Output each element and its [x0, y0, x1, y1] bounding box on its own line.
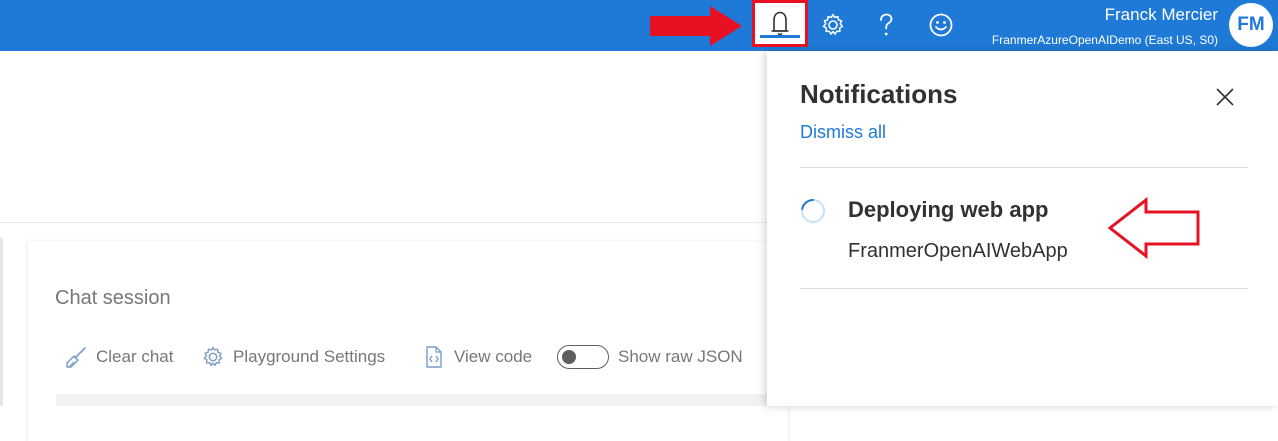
avatar[interactable]: FM — [1229, 3, 1273, 47]
feedback-smiley-icon — [929, 13, 953, 37]
active-indicator — [760, 35, 800, 38]
annotation-arrow-icon — [1107, 196, 1200, 260]
clear-chat-label: Clear chat — [96, 347, 174, 366]
annotation-arrow-icon — [650, 6, 742, 46]
feedback-button[interactable] — [924, 8, 958, 42]
chat-input-area — [56, 394, 768, 406]
notification-item-subtitle: FranmerOpenAIWebApp — [848, 240, 1068, 262]
dismiss-all-link[interactable]: Dismiss all — [800, 122, 886, 143]
user-name[interactable]: Franck Mercier — [1105, 5, 1218, 25]
left-panel-edge — [0, 238, 3, 406]
chat-session-title: Chat session — [55, 287, 171, 309]
view-code-button[interactable]: View code — [422, 343, 532, 371]
chat-session-card — [28, 241, 788, 441]
playground-settings-label: Playground Settings — [233, 347, 386, 366]
toggle-switch[interactable] — [557, 345, 609, 369]
spinner-icon — [801, 199, 825, 223]
notification-item-divider — [800, 288, 1248, 289]
playground-settings-button[interactable]: Playground Settings — [201, 343, 385, 371]
toggle-knob — [562, 350, 576, 364]
help-button[interactable] — [869, 8, 903, 42]
gear-icon — [201, 345, 225, 369]
show-raw-json-toggle[interactable]: Show raw JSON — [557, 343, 743, 371]
user-resource[interactable]: FranmerAzureOpenAIDemo (East US, S0) — [992, 33, 1218, 47]
clear-chat-button[interactable]: Clear chat — [64, 343, 173, 371]
notifications-divider — [800, 167, 1248, 168]
top-bar: Franck Mercier FranmerAzureOpenAIDemo (E… — [0, 0, 1278, 51]
close-icon[interactable] — [1212, 84, 1238, 110]
settings-button[interactable] — [816, 8, 850, 42]
code-file-icon — [422, 345, 446, 369]
notifications-button[interactable] — [752, 0, 808, 47]
gear-icon — [822, 13, 844, 35]
notifications-title: Notifications — [800, 79, 958, 109]
broom-icon — [64, 345, 88, 369]
view-code-label: View code — [454, 347, 533, 366]
notification-item-title[interactable]: Deploying web app — [848, 197, 1048, 223]
show-raw-json-label: Show raw JSON — [618, 347, 743, 366]
help-icon — [880, 13, 893, 36]
main-divider — [0, 222, 768, 223]
